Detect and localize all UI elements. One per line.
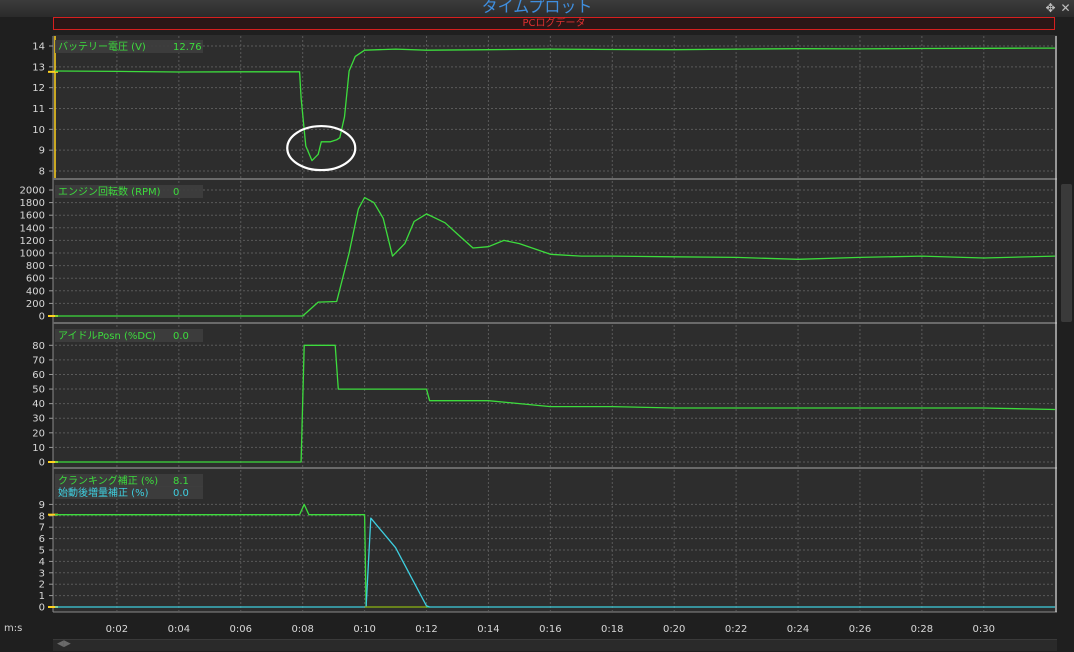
x-tick-label: 0:20 <box>663 624 685 635</box>
y-tick-label: 1200 <box>20 236 45 247</box>
y-tick-label: 8 <box>39 167 45 178</box>
series-line <box>55 517 1055 608</box>
y-tick-label: 14 <box>32 42 45 53</box>
y-tick-label: 6 <box>39 534 45 545</box>
y-tick-label: 1000 <box>20 249 45 260</box>
x-tick-label: 0:26 <box>849 624 871 635</box>
legend-label: 始動後増量補正 (%) <box>58 486 149 499</box>
x-tick-label: 0:10 <box>353 624 375 635</box>
scroll-arrows-icon[interactable]: ◀▶ <box>57 638 71 650</box>
y-tick-label: 10 <box>32 443 45 454</box>
y-tick-label: 7 <box>39 523 45 534</box>
x-tick-label: 0:16 <box>539 624 561 635</box>
y-tick-label: 600 <box>26 274 45 285</box>
time-plot-chart: 0:02 0:04 0:06 0:08 0:10 0:12 0:14 0:16 0:18 0:20… <box>20 36 1057 635</box>
legend-label: クランキング補正 (%) <box>58 474 158 487</box>
y-tick-label: 40 <box>32 399 45 410</box>
x-tick-label: 0:22 <box>725 624 747 635</box>
vertical-scrollbar[interactable] <box>1061 184 1072 322</box>
x-tick-label: 0:30 <box>973 624 995 635</box>
y-tick-label: 0 <box>39 312 45 323</box>
x-tick-label: 0:12 <box>415 624 437 635</box>
x-tick-label: 0:06 <box>230 624 252 635</box>
y-tick-label: 30 <box>32 414 45 425</box>
y-tick-label: 5 <box>39 546 45 557</box>
annotation-ellipse <box>286 124 357 172</box>
y-tick-label: 20 <box>32 428 45 439</box>
legend-value: 0 <box>173 187 179 198</box>
y-tick-label: 11 <box>32 104 45 115</box>
y-tick-label: 13 <box>32 62 45 73</box>
y-tick-label: 12 <box>32 83 45 94</box>
x-tick-label: 0:28 <box>911 624 933 635</box>
y-tick-label: 9 <box>39 500 45 511</box>
y-tick-label: 1600 <box>20 211 45 222</box>
y-tick-label: 70 <box>32 355 45 366</box>
y-tick-label: 0 <box>39 603 45 614</box>
y-tick-label: 10 <box>32 125 45 136</box>
y-tick-label: 1 <box>39 591 45 602</box>
time-axis-label: m:s <box>4 623 23 634</box>
x-tick-label: 0:02 <box>106 624 128 635</box>
y-tick-label: 3 <box>39 568 45 579</box>
y-tick-label: 2 <box>39 580 45 591</box>
y-tick-label: 50 <box>32 385 45 396</box>
x-tick-label: 0:24 <box>787 624 809 635</box>
y-tick-label: 60 <box>32 370 45 381</box>
y-tick-label: 800 <box>26 261 45 272</box>
x-tick-label: 0:08 <box>291 624 313 635</box>
y-tick-label: 8 <box>39 511 45 522</box>
y-tick-label: 200 <box>26 299 45 310</box>
y-tick-label: 2000 <box>20 186 45 197</box>
series-line <box>54 47 1055 162</box>
x-tick-label: 0:04 <box>168 624 190 635</box>
legend-value: 8.1 <box>173 476 189 487</box>
y-tick-label: 1400 <box>20 223 45 234</box>
horizontal-scrollbar[interactable]: ◀▶ <box>53 639 1057 651</box>
legend-value: 0.0 <box>173 331 189 342</box>
y-tick-label: 0 <box>39 458 45 469</box>
x-tick-label: 0:18 <box>601 624 623 635</box>
series-line <box>55 503 430 608</box>
y-tick-label: 4 <box>39 557 45 568</box>
y-tick-label: 9 <box>39 146 45 157</box>
legend-label: バッテリー電圧 (V) <box>58 41 146 53</box>
legend-label: エンジン回転数 (RPM) <box>58 185 161 198</box>
y-tick-label: 80 <box>32 341 45 352</box>
legend-value: 0.0 <box>173 488 189 499</box>
x-tick-label: 0:14 <box>477 624 499 635</box>
y-tick-label: 400 <box>26 286 45 297</box>
y-tick-label: 1800 <box>20 198 45 209</box>
legend-label: アイドルPosn (%DC) <box>58 331 156 342</box>
legend-value: 12.76 <box>173 42 202 53</box>
